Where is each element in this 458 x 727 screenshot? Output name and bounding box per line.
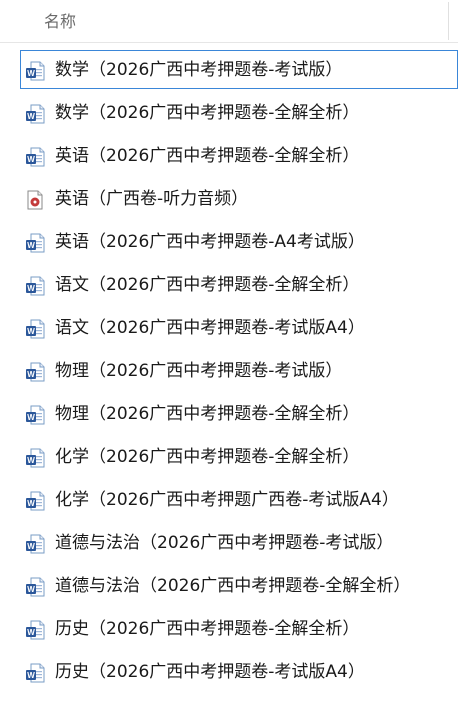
file-row[interactable]: W 化学（2026广西中考押题广西卷-考试版A4） bbox=[0, 480, 458, 519]
file-name: 历史（2026广西中考押题卷-考试版A4） bbox=[55, 662, 365, 682]
svg-text:W: W bbox=[27, 456, 35, 465]
word-document-icon: W bbox=[25, 448, 45, 468]
svg-text:W: W bbox=[27, 327, 35, 336]
word-document-icon: W bbox=[25, 233, 45, 253]
svg-text:W: W bbox=[27, 284, 35, 293]
word-document-icon: W bbox=[25, 104, 45, 124]
svg-text:W: W bbox=[27, 628, 35, 637]
column-divider[interactable] bbox=[448, 2, 449, 40]
word-document-icon: W bbox=[25, 147, 45, 167]
file-row[interactable]: W 物理（2026广西中考押题卷-考试版） bbox=[0, 351, 458, 390]
word-document-icon: W bbox=[25, 663, 45, 683]
file-name: 语文（2026广西中考押题卷-考试版A4） bbox=[55, 318, 365, 338]
svg-text:W: W bbox=[27, 542, 35, 551]
word-document-icon: W bbox=[25, 491, 45, 511]
file-row[interactable]: W 语文（2026广西中考押题卷-考试版A4） bbox=[0, 308, 458, 347]
name-column-header[interactable]: 名称 bbox=[44, 12, 76, 32]
word-document-icon: W bbox=[25, 319, 45, 339]
file-row[interactable]: W 历史（2026广西中考押题卷-考试版A4） bbox=[0, 652, 458, 691]
file-name: 数学（2026广西中考押题卷-考试版） bbox=[55, 60, 343, 80]
file-row[interactable]: W 道德与法治（2026广西中考押题卷-全解全析） bbox=[0, 566, 458, 605]
word-document-icon: W bbox=[25, 276, 45, 296]
file-name: 物理（2026广西中考押题卷-考试版） bbox=[55, 361, 343, 381]
word-document-icon: W bbox=[25, 61, 45, 81]
file-list: W 数学（2026广西中考押题卷-考试版） W 数学（2026广西中考押题卷-全… bbox=[0, 50, 458, 695]
svg-text:W: W bbox=[27, 585, 35, 594]
file-name: 道德与法治（2026广西中考押题卷-考试版） bbox=[55, 533, 394, 553]
file-row[interactable]: W 物理（2026广西中考押题卷-全解全析） bbox=[0, 394, 458, 433]
svg-text:W: W bbox=[27, 112, 35, 121]
audio-file-icon bbox=[25, 190, 45, 210]
svg-text:W: W bbox=[27, 671, 35, 680]
file-name: 语文（2026广西中考押题卷-全解全析） bbox=[55, 275, 360, 295]
file-row[interactable]: W 道德与法治（2026广西中考押题卷-考试版） bbox=[0, 523, 458, 562]
file-row[interactable]: W 化学（2026广西中考押题卷-全解全析） bbox=[0, 437, 458, 476]
file-row[interactable]: W 英语（2026广西中考押题卷-A4考试版） bbox=[0, 222, 458, 261]
svg-text:W: W bbox=[27, 155, 35, 164]
svg-text:W: W bbox=[27, 499, 35, 508]
file-row[interactable]: W 英语（2026广西中考押题卷-全解全析） bbox=[0, 136, 458, 175]
column-header[interactable]: 名称 bbox=[0, 0, 458, 43]
file-name: 历史（2026广西中考押题卷-全解全析） bbox=[55, 619, 360, 639]
file-row[interactable]: W 数学（2026广西中考押题卷-全解全析） bbox=[0, 93, 458, 132]
word-document-icon: W bbox=[25, 362, 45, 382]
file-name: 英语（2026广西中考押题卷-A4考试版） bbox=[55, 232, 365, 252]
file-name: 化学（2026广西中考押题卷-全解全析） bbox=[55, 447, 360, 467]
svg-text:W: W bbox=[27, 370, 35, 379]
file-row[interactable]: W 语文（2026广西中考押题卷-全解全析） bbox=[0, 265, 458, 304]
file-row[interactable]: W 历史（2026广西中考押题卷-全解全析） bbox=[0, 609, 458, 648]
file-row[interactable]: 英语（广西卷-听力音频） bbox=[0, 179, 458, 218]
file-name: 物理（2026广西中考押题卷-全解全析） bbox=[55, 404, 360, 424]
file-name: 英语（广西卷-听力音频） bbox=[55, 189, 249, 209]
svg-text:W: W bbox=[27, 69, 35, 78]
file-row[interactable]: W 数学（2026广西中考押题卷-考试版） bbox=[20, 50, 458, 89]
file-name: 化学（2026广西中考押题广西卷-考试版A4） bbox=[55, 490, 399, 510]
svg-text:W: W bbox=[27, 413, 35, 422]
word-document-icon: W bbox=[25, 534, 45, 554]
file-name: 道德与法治（2026广西中考押题卷-全解全析） bbox=[55, 576, 411, 596]
word-document-icon: W bbox=[25, 405, 45, 425]
word-document-icon: W bbox=[25, 577, 45, 597]
file-name: 英语（2026广西中考押题卷-全解全析） bbox=[55, 146, 360, 166]
svg-text:W: W bbox=[27, 241, 35, 250]
file-name: 数学（2026广西中考押题卷-全解全析） bbox=[55, 103, 360, 123]
word-document-icon: W bbox=[25, 620, 45, 640]
